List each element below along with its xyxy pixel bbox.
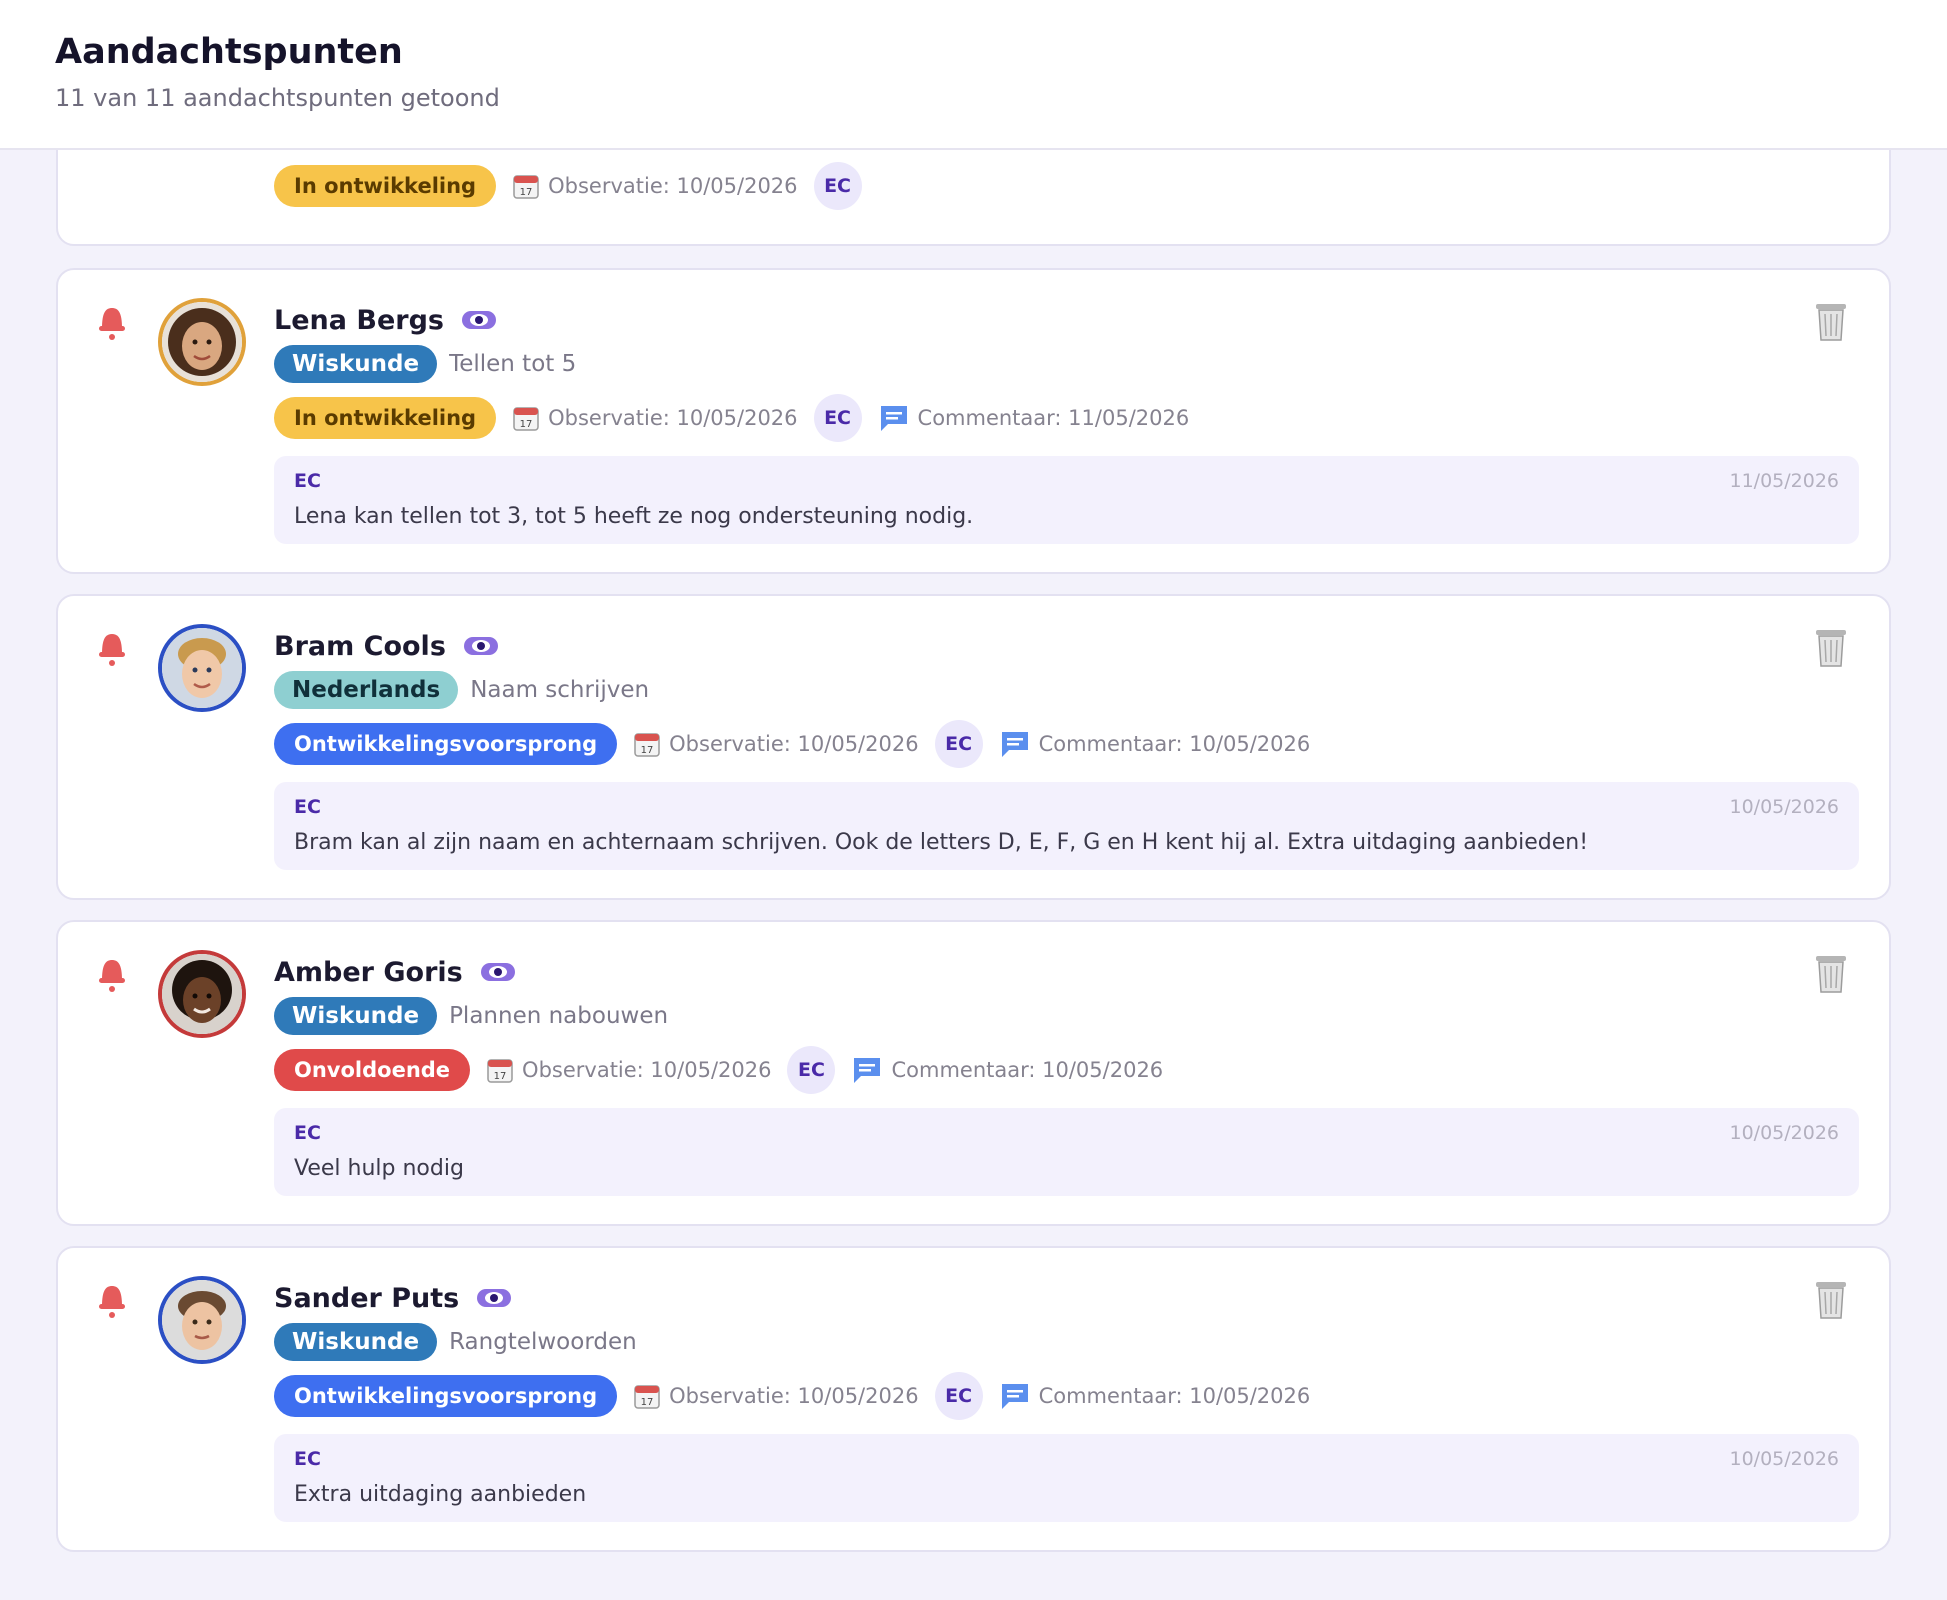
bell-icon[interactable] [94, 954, 130, 994]
page-subtitle: 11 van 11 aandachtspunten getoond [55, 84, 500, 112]
comment-date: Commentaar: 10/05/2026 [1038, 1384, 1311, 1408]
observation-date: Observatie: 10/05/2026 [669, 1384, 919, 1408]
calendar-icon: 17 [513, 407, 539, 431]
bell-icon[interactable] [94, 1280, 130, 1320]
attention-card[interactable]: In ontwikkeling 17 Observatie: 10/05/202… [56, 150, 1891, 246]
trash-icon[interactable] [1811, 952, 1851, 994]
trash-icon[interactable] [1811, 1278, 1851, 1320]
chat-icon [1001, 732, 1028, 757]
author-initials: EC [813, 394, 862, 442]
student-name[interactable]: Sander Puts [274, 1283, 459, 1314]
chat-icon [854, 1058, 881, 1083]
subject-badge: Nederlands [274, 671, 459, 709]
comment-author: EC [294, 796, 321, 818]
eye-icon[interactable] [463, 637, 498, 655]
comment-date: Commentaar: 10/05/2026 [891, 1058, 1164, 1082]
student-name[interactable]: Bram Cools [274, 631, 446, 662]
attention-point-list[interactable]: In ontwikkeling 17 Observatie: 10/05/202… [0, 150, 1947, 1600]
eye-icon[interactable] [461, 311, 496, 329]
comment-box: EC 10/05/2026 Extra uitdaging aanbieden [274, 1434, 1859, 1522]
eye-icon[interactable] [480, 963, 515, 981]
observation-date: Observatie: 10/05/2026 [522, 1058, 772, 1082]
comment-box: EC 10/05/2026 Bram kan al zijn naam en a… [274, 782, 1859, 870]
bell-icon[interactable] [94, 302, 130, 342]
avatar [158, 624, 246, 712]
avatar [158, 1276, 246, 1364]
bell-icon[interactable] [94, 628, 130, 668]
chat-icon [880, 406, 907, 431]
comment-timestamp: 10/05/2026 [1729, 1448, 1839, 1470]
comment-author: EC [294, 1122, 321, 1144]
comment-box: EC 11/05/2026 Lena kan tellen tot 3, tot… [274, 456, 1859, 544]
student-name[interactable]: Lena Bergs [274, 305, 444, 336]
chat-icon [1001, 1384, 1028, 1409]
comment-text: Bram kan al zijn naam en achternaam schr… [294, 830, 1589, 855]
comment-box: EC 10/05/2026 Veel hulp nodig [274, 1108, 1859, 1196]
subject-row: Wiskunde Tellen tot 5 [274, 344, 576, 384]
observation-date: Observatie: 10/05/2026 [669, 732, 919, 756]
student-row: Bram Cools [274, 626, 498, 666]
author-initials: EC [934, 1372, 983, 1420]
svg-text:17: 17 [494, 1071, 507, 1082]
topic-label: Tellen tot 5 [449, 351, 577, 377]
observation-date: Observatie: 10/05/2026 [548, 406, 798, 430]
svg-text:17: 17 [520, 419, 533, 430]
attention-card[interactable]: Sander Puts Wiskunde Rangtelwoorden Ontw… [56, 1246, 1891, 1552]
topic-label: Rangtelwoorden [449, 1329, 637, 1355]
comment-date: Commentaar: 10/05/2026 [1038, 732, 1311, 756]
student-row: Amber Goris [274, 952, 515, 992]
subject-row: Wiskunde Rangtelwoorden [274, 1322, 637, 1362]
trash-icon[interactable] [1811, 300, 1851, 342]
calendar-icon: 17 [487, 1059, 513, 1083]
comment-author: EC [294, 470, 321, 492]
student-name[interactable]: Amber Goris [274, 957, 463, 988]
comment-timestamp: 11/05/2026 [1729, 470, 1839, 492]
svg-text:17: 17 [520, 187, 533, 198]
comment-text: Extra uitdaging aanbieden [294, 1482, 587, 1507]
avatar [158, 950, 246, 1038]
calendar-icon: 17 [513, 175, 539, 199]
page-title: Aandachtspunten [55, 32, 403, 72]
observation-date: Observatie: 10/05/2026 [548, 174, 798, 198]
page-header: Aandachtspunten 11 van 11 aandachtspunte… [0, 0, 1947, 150]
subject-row: Wiskunde Plannen nabouwen [274, 996, 668, 1036]
status-badge: Ontwikkelingsvoorsprong [274, 1375, 618, 1417]
meta-row: Onvoldoende 17 Observatie: 10/05/2026 EC… [274, 1046, 1164, 1094]
attention-card[interactable]: Bram Cools Nederlands Naam schrijven Ont… [56, 594, 1891, 900]
meta-row: Ontwikkelingsvoorsprong 17 Observatie: 1… [274, 1372, 1311, 1420]
meta-row: Ontwikkelingsvoorsprong 17 Observatie: 1… [274, 720, 1311, 768]
topic-label: Naam schrijven [470, 677, 650, 703]
calendar-icon: 17 [634, 733, 660, 757]
author-initials: EC [813, 162, 862, 210]
status-badge: In ontwikkeling [274, 165, 497, 207]
comment-text: Veel hulp nodig [294, 1156, 464, 1181]
comment-author: EC [294, 1448, 321, 1470]
author-initials: EC [934, 720, 983, 768]
comment-text: Lena kan tellen tot 3, tot 5 heeft ze no… [294, 504, 974, 529]
avatar [158, 298, 246, 386]
subject-badge: Wiskunde [274, 1323, 438, 1361]
author-initials: EC [787, 1046, 836, 1094]
calendar-icon: 17 [634, 1385, 660, 1409]
svg-text:17: 17 [641, 1397, 654, 1408]
status-badge: In ontwikkeling [274, 397, 497, 439]
status-badge: Ontwikkelingsvoorsprong [274, 723, 618, 765]
attention-card[interactable]: Lena Bergs Wiskunde Tellen tot 5 In ontw… [56, 268, 1891, 574]
comment-timestamp: 10/05/2026 [1729, 1122, 1839, 1144]
subject-badge: Wiskunde [274, 345, 438, 383]
eye-icon[interactable] [477, 1289, 512, 1307]
attention-card[interactable]: Amber Goris Wiskunde Plannen nabouwen On… [56, 920, 1891, 1226]
svg-text:17: 17 [641, 745, 654, 756]
meta-row: In ontwikkeling 17 Observatie: 10/05/202… [274, 162, 862, 210]
student-row: Lena Bergs [274, 300, 496, 340]
subject-row: Nederlands Naam schrijven [274, 670, 649, 710]
trash-icon[interactable] [1811, 626, 1851, 668]
comment-date: Commentaar: 11/05/2026 [917, 406, 1190, 430]
subject-badge: Wiskunde [274, 997, 438, 1035]
student-row: Sander Puts [274, 1278, 512, 1318]
meta-row: In ontwikkeling 17 Observatie: 10/05/202… [274, 394, 1190, 442]
status-badge: Onvoldoende [274, 1049, 471, 1091]
comment-timestamp: 10/05/2026 [1729, 796, 1839, 818]
topic-label: Plannen nabouwen [449, 1003, 669, 1029]
